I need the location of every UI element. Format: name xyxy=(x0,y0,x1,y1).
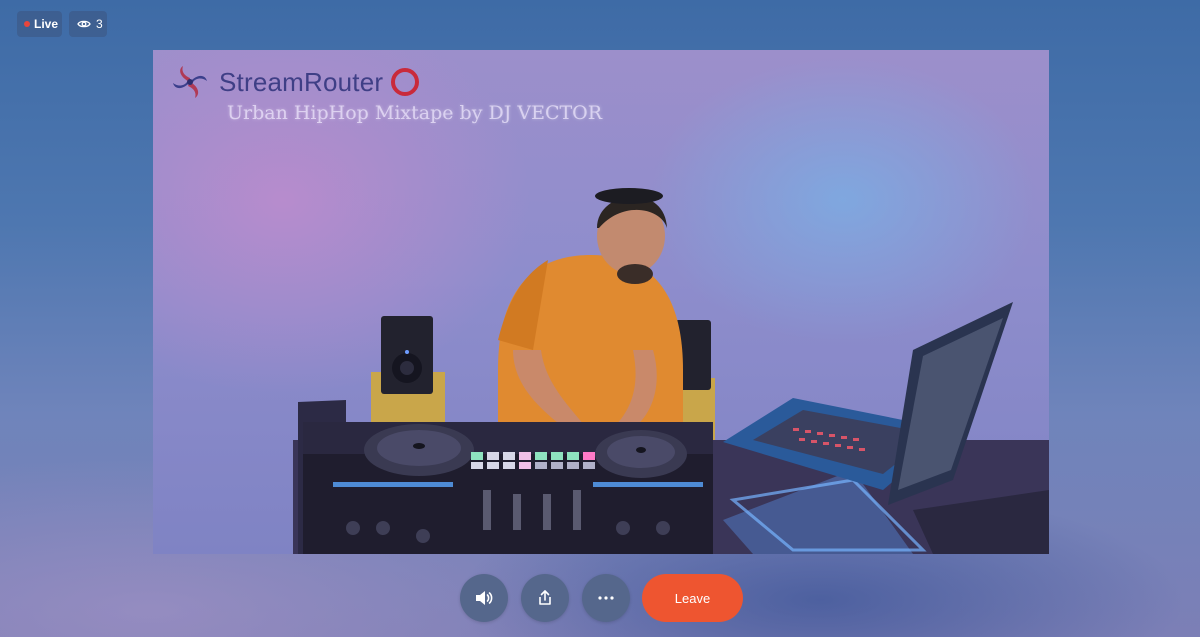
viewer-count: 3 xyxy=(96,17,103,31)
stream-brand-name: StreamRouter xyxy=(219,66,384,97)
more-options-button[interactable] xyxy=(582,574,630,622)
dj-performance-scene xyxy=(293,188,1049,554)
brand-ring-icon xyxy=(391,68,420,96)
live-stream-viewer: Live 3 StreamRouter Urban HipHop Mixtape… xyxy=(0,0,1200,637)
share-icon xyxy=(539,590,551,605)
eye-icon xyxy=(77,20,91,28)
video-player[interactable]: StreamRouter Urban HipHop Mixtape by DJ … xyxy=(153,50,1049,554)
more-dots-icon xyxy=(598,596,614,600)
live-label: Live xyxy=(34,17,59,31)
live-dot-icon xyxy=(24,21,30,27)
stream-title: Urban HipHop Mixtape by DJ VECTOR xyxy=(227,102,603,124)
volume-button[interactable] xyxy=(460,574,508,622)
leave-button[interactable]: Leave xyxy=(642,574,743,622)
speaker-icon xyxy=(476,591,493,605)
streamrouter-logo-icon xyxy=(173,66,207,98)
viewer-count-badge: 3 xyxy=(69,11,107,37)
share-button[interactable] xyxy=(521,574,569,622)
stream-brand-logo: StreamRouter xyxy=(171,64,420,100)
live-badge: Live xyxy=(17,11,62,37)
